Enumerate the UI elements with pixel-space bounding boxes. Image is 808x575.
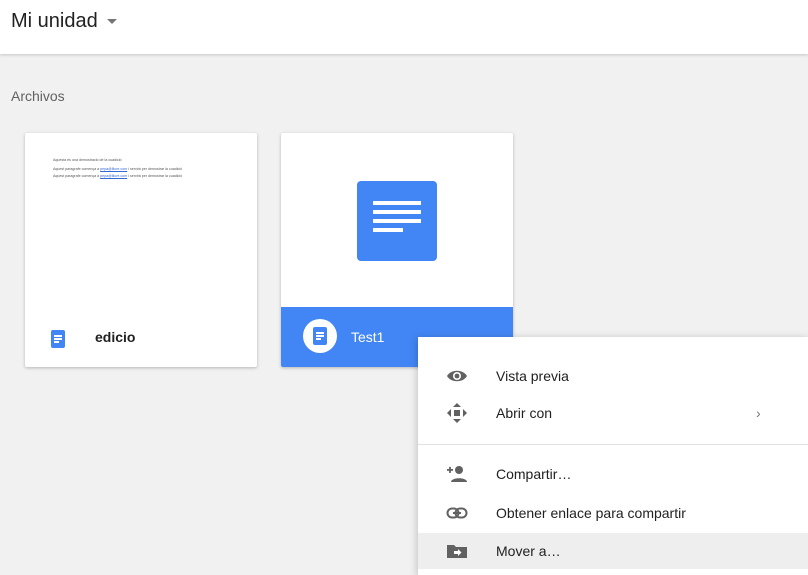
docs-icon [51,330,65,348]
my-drive-dropdown[interactable]: Mi unidad [11,7,117,35]
menu-item-label: Obtener enlace para compartir [496,505,686,521]
docs-icon [357,181,437,261]
menu-item-move-to[interactable]: Mover a… [418,533,808,569]
menu-item-share[interactable]: Compartir… [418,456,808,492]
preview-line: Aquest paragrafe comença a pepa@lliure.c… [53,167,183,171]
page-title: Mi unidad [11,9,98,32]
menu-item-label: Abrir con [496,405,553,421]
files-section-label: Archivos [11,88,65,104]
file-card-test1[interactable]: Test1 [281,133,513,367]
preview-line: Aquest paragrafe comença a pepa@lliure.c… [53,174,183,178]
context-menu: Vista previa Abrir con › Compartir… Obte… [418,337,808,575]
file-name: Test1 [351,329,385,345]
docs-circle-icon [303,319,337,353]
menu-item-preview[interactable]: Vista previa [418,358,808,394]
top-header: Mi unidad [0,0,808,54]
file-card-edicio[interactable]: Aquesta és una demostració de la cuadici… [25,133,257,367]
menu-item-label: Vista previa [496,368,569,384]
menu-item-label: Compartir… [496,466,572,482]
menu-item-label: Mover a… [496,543,561,559]
card-footer: edicio [25,307,257,367]
add-person-icon [447,466,467,482]
link-icon [446,507,468,519]
move-to-folder-icon [447,545,467,558]
menu-divider [418,444,808,445]
document-preview: Aquesta és una demostració de la cuadici… [53,158,243,183]
caret-down-icon [106,18,117,24]
chevron-right-icon: › [756,405,761,421]
move-arrows-icon [447,403,467,423]
preview-line: Aquesta és una demostració de la cuadici… [53,158,122,162]
eye-icon [447,370,467,382]
file-name: edicio [95,329,136,345]
menu-item-get-link[interactable]: Obtener enlace para compartir [418,495,808,531]
menu-item-open-with[interactable]: Abrir con › [418,395,808,431]
